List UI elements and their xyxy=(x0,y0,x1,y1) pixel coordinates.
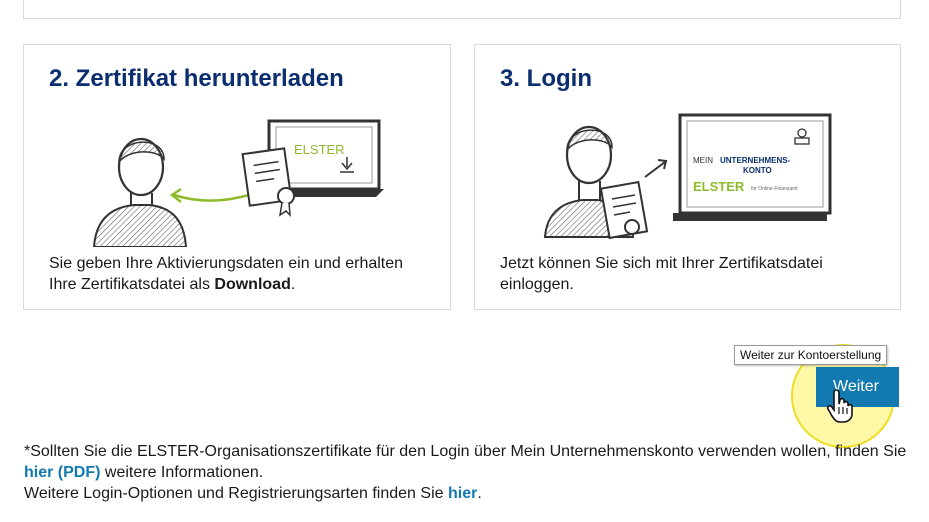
svg-text:ELSTER: ELSTER xyxy=(294,142,345,157)
person-icon xyxy=(92,137,188,247)
step-title: 2. Zertifikat herunterladen xyxy=(49,65,344,92)
arrow-icon xyxy=(173,193,250,202)
step-description: Jetzt können Sie sich mit Ihrer Zertifik… xyxy=(500,255,823,293)
laptop-icon: MEIN UNTERNEHMENS- KONTO ELSTER Ihr Onli… xyxy=(673,113,832,221)
svg-text:KONTO: KONTO xyxy=(743,166,772,175)
pdf-info-link[interactable]: hier (PDF) xyxy=(24,464,100,481)
certificate-icon xyxy=(599,180,649,240)
svg-text:Ihr Online-Finanzamt: Ihr Online-Finanzamt xyxy=(751,186,798,192)
download-illustration: ELSTER xyxy=(92,119,384,247)
step-card-login: 3. Login MEIN UNTERNEHMENS- KONTO ELSTER xyxy=(474,44,901,310)
step-card-download: 2. Zertifikat herunterladen ELSTER Sie g… xyxy=(23,44,451,310)
svg-text:UNTERNEHMENS-: UNTERNEHMENS- xyxy=(720,156,791,165)
step-description: Sie geben Ihre Aktivierungsdaten ein und… xyxy=(49,255,404,293)
arrow-icon xyxy=(644,159,668,178)
certificate-icon xyxy=(241,147,295,217)
login-options-link[interactable]: hier xyxy=(448,485,477,502)
weiter-tooltip: Weiter zur Kontoerstellung xyxy=(734,345,888,365)
login-illustration: MEIN UNTERNEHMENS- KONTO ELSTER Ihr Onli… xyxy=(543,113,832,240)
hand-cursor-icon xyxy=(826,389,853,423)
svg-text:MEIN: MEIN xyxy=(693,156,713,165)
previous-step-card xyxy=(23,0,901,19)
svg-text:ELSTER: ELSTER xyxy=(693,179,745,194)
footer-info: *Sollten Sie die ELSTER-Organisationszer… xyxy=(24,443,907,502)
step-title: 3. Login xyxy=(500,65,592,92)
